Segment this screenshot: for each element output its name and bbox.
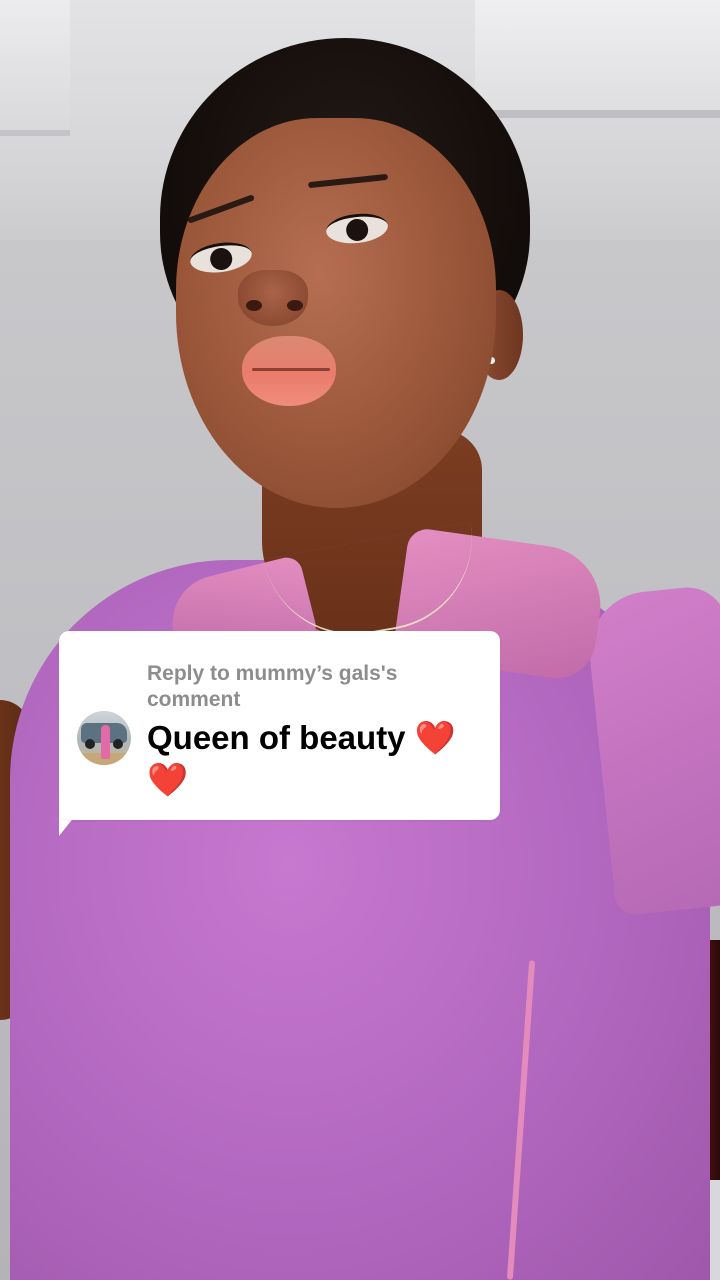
avatar-wheel: [113, 739, 123, 749]
commenter-avatar[interactable]: [77, 711, 131, 765]
lips: [242, 336, 336, 406]
avatar-person: [101, 725, 110, 759]
face: [176, 118, 496, 508]
pupil: [208, 246, 234, 272]
video-screen[interactable]: Reply to mummy’s gals's comment Queen of…: [0, 0, 720, 1280]
lip-line: [252, 368, 330, 371]
avatar-wheel: [85, 739, 95, 749]
ceiling-panel: [0, 0, 70, 136]
reply-header: Reply to mummy’s gals's comment: [147, 662, 398, 711]
nose: [238, 270, 308, 326]
pupil: [345, 217, 370, 243]
reply-comment-text: Queen of beauty ❤️❤️: [147, 719, 456, 798]
nostril: [287, 300, 303, 311]
nostril: [246, 300, 262, 311]
ceiling-panel: [475, 0, 720, 118]
reply-comment-sticker[interactable]: Reply to mummy’s gals's comment Queen of…: [59, 631, 500, 820]
